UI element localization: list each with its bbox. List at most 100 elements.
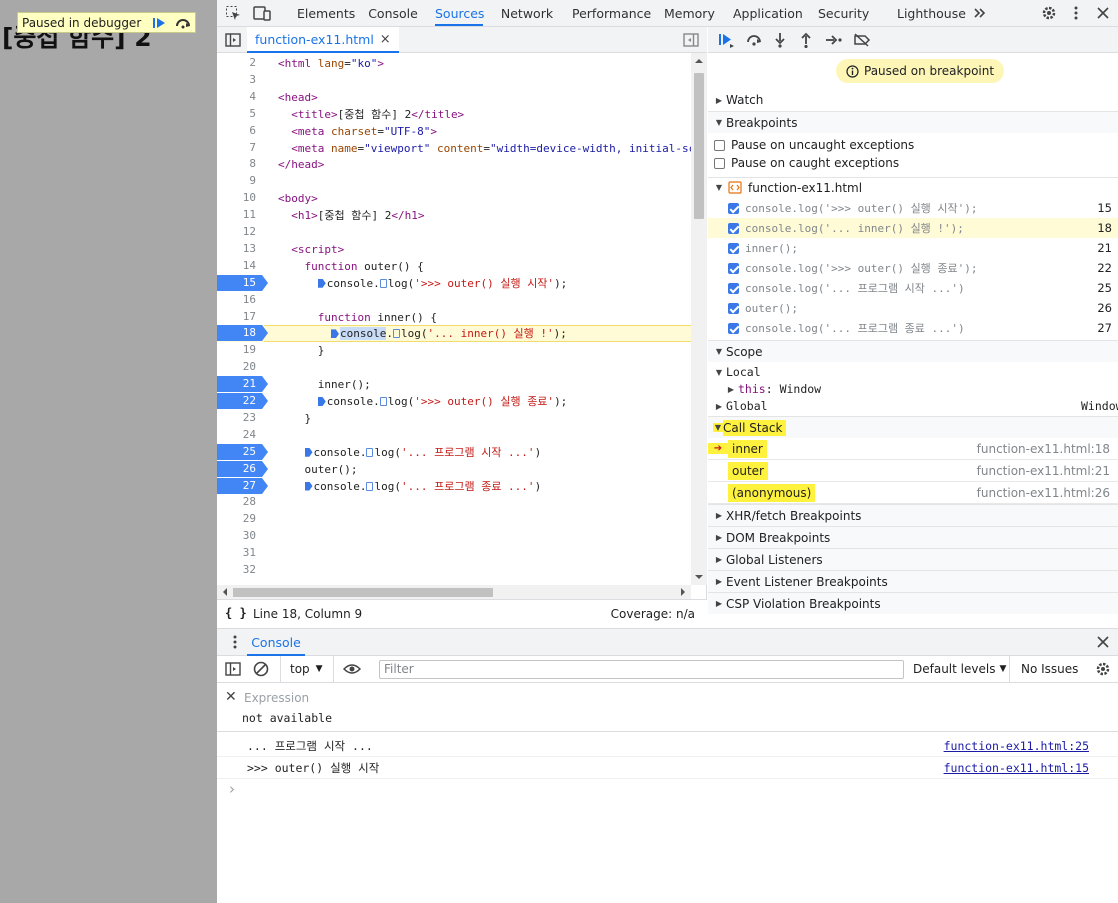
line-number-breakpoint[interactable]: 22	[217, 393, 268, 409]
call-frame[interactable]: ➔ inner function-ex11.html:18	[708, 438, 1118, 460]
console-filter-input[interactable]: Filter	[379, 660, 904, 679]
breakpoint-checkbox[interactable]	[728, 322, 739, 334]
code-line[interactable]: 3	[217, 72, 691, 89]
live-expression-eye-icon[interactable]	[342, 660, 362, 678]
code-line[interactable]: 10 <body>	[217, 190, 691, 207]
line-number[interactable]: 20	[217, 359, 262, 375]
pause-caught-row[interactable]: Pause on caught exceptions	[708, 153, 1118, 173]
line-number[interactable]: 17	[217, 309, 262, 325]
line-number[interactable]: 3	[217, 72, 262, 88]
code-line[interactable]: 5 <title>[중첩 함수] 2</title>	[217, 106, 691, 123]
line-number[interactable]: 32	[217, 562, 262, 578]
step-over-icon[interactable]	[744, 31, 764, 49]
code-line[interactable]: 4 <head>	[217, 89, 691, 106]
tab-sources[interactable]: Sources	[435, 0, 484, 26]
code-line[interactable]: 19 }	[217, 342, 691, 359]
code-line[interactable]: 27 console. log('... 프로그램 종료 ...')	[217, 477, 691, 495]
pause-uncaught-checkbox[interactable]	[714, 139, 725, 151]
log-levels-dropdown[interactable]: Default levels ▼	[913, 662, 1006, 676]
context-selector[interactable]: top ▼	[290, 662, 323, 676]
code-line[interactable]: 9	[217, 173, 691, 190]
step-icon[interactable]	[824, 31, 844, 49]
line-number[interactable]: 6	[217, 123, 262, 139]
breakpoint-file-row[interactable]: ▼ function-ex11.html	[708, 177, 1118, 197]
debugger-section-header[interactable]: ▶ CSP Violation Breakpoints	[708, 592, 1118, 614]
line-number[interactable]: 19	[217, 342, 262, 358]
debugger-section-header[interactable]: ▶ XHR/fetch Breakpoints	[708, 504, 1118, 526]
code-area[interactable]: 2 <html lang="ko"> 3 4 <head> 5 <title>[중첩 함수…	[217, 53, 691, 585]
debugger-section-header[interactable]: ▶ Event Listener Breakpoints	[708, 570, 1118, 592]
h-scroll-thumb[interactable]	[233, 588, 493, 597]
line-number[interactable]: 4	[217, 89, 262, 105]
breakpoint-checkbox[interactable]	[728, 202, 739, 214]
code-line[interactable]: 21 inner();	[217, 376, 691, 393]
line-number[interactable]: 5	[217, 106, 262, 122]
code-line[interactable]: 6 <meta charset="UTF-8">	[217, 123, 691, 140]
breakpoint-checkbox[interactable]	[728, 302, 739, 314]
customize-menu-icon[interactable]	[1066, 4, 1086, 22]
device-toolbar-icon[interactable]	[252, 4, 272, 22]
console-sidebar-icon[interactable]	[223, 660, 243, 678]
expression-input[interactable]: Expression	[244, 691, 309, 705]
step-over-icon[interactable]	[171, 13, 195, 32]
breakpoint-item[interactable]: console.log('... 프로그램 종료 ...') 27	[708, 318, 1118, 338]
breakpoint-checkbox[interactable]	[728, 262, 739, 274]
line-number[interactable]: 30	[217, 528, 262, 544]
line-number[interactable]: 28	[217, 494, 262, 510]
breakpoint-item[interactable]: console.log('>>> outer() 실행 종료'); 22	[708, 258, 1118, 278]
line-number[interactable]: 8	[217, 156, 262, 172]
resume-icon[interactable]	[716, 31, 736, 49]
call-frame-location[interactable]: function-ex11.html:18	[977, 442, 1110, 456]
code-line[interactable]: 29	[217, 511, 691, 528]
code-line[interactable]: 12	[217, 224, 691, 241]
console-prompt[interactable]: ›	[229, 780, 235, 798]
pause-uncaught-row[interactable]: Pause on uncaught exceptions	[708, 135, 1118, 155]
line-number[interactable]: 10	[217, 190, 262, 206]
code-line[interactable]: 23 }	[217, 410, 691, 427]
code-line[interactable]: 11 <h1>[중첩 함수] 2</h1>	[217, 207, 691, 224]
close-devtools-icon[interactable]	[1093, 4, 1113, 22]
code-line[interactable]: 20	[217, 359, 691, 376]
line-number[interactable]: 12	[217, 224, 262, 240]
clear-console-icon[interactable]	[251, 660, 271, 678]
code-line[interactable]: 28	[217, 494, 691, 511]
line-number-breakpoint[interactable]: 18	[217, 325, 268, 342]
breakpoints-section-header[interactable]: ▼ Breakpoints	[708, 111, 1118, 133]
code-line[interactable]: 8 </head>	[217, 156, 691, 173]
call-frame-location[interactable]: function-ex11.html:21	[977, 464, 1110, 478]
debugger-section-header[interactable]: ▶ Global Listeners	[708, 548, 1118, 570]
code-line[interactable]: 26 outer();	[217, 460, 691, 478]
line-number[interactable]: 7	[217, 140, 262, 156]
tab-elements[interactable]: Elements	[297, 0, 355, 26]
deactivate-breakpoints-icon[interactable]	[852, 31, 872, 49]
code-line[interactable]: 22 console. log('>>> outer() 실행 종료');	[217, 393, 691, 410]
line-number[interactable]: 29	[217, 511, 262, 527]
code-line[interactable]: 16	[217, 292, 691, 309]
code-line[interactable]: 31	[217, 545, 691, 562]
line-number-breakpoint[interactable]: 26	[217, 460, 268, 477]
drawer-menu-icon[interactable]	[225, 633, 245, 651]
line-number[interactable]: 14	[217, 258, 262, 274]
call-frame[interactable]: (anonymous) function-ex11.html:26	[708, 482, 1118, 504]
code-line[interactable]: 7 <meta name="viewport" content="width=d…	[217, 140, 691, 157]
code-line[interactable]: 24	[217, 427, 691, 444]
tab-application[interactable]: Application	[733, 0, 803, 26]
tab-security[interactable]: Security	[818, 0, 869, 26]
code-line[interactable]: 30	[217, 528, 691, 545]
tab-lighthouse[interactable]: Lighthouse	[897, 0, 966, 26]
resume-icon[interactable]	[147, 13, 171, 32]
inspect-element-icon[interactable]	[223, 4, 243, 22]
file-tab[interactable]: function-ex11.html ×	[247, 27, 399, 53]
call-frame-location[interactable]: function-ex11.html:26	[977, 486, 1110, 500]
tab-console[interactable]: Console	[367, 0, 419, 26]
breakpoint-checkbox[interactable]	[728, 222, 739, 234]
code-line[interactable]: 2 <html lang="ko">	[217, 55, 691, 72]
code-line[interactable]: 15 console. log('>>> outer() 실행 시작');	[217, 274, 691, 292]
code-line[interactable]: 25 console. log('... 프로그램 시작 ...')	[217, 443, 691, 461]
tab-performance[interactable]: Performance	[572, 0, 651, 26]
line-number[interactable]: 9	[217, 173, 262, 189]
scope-global-row[interactable]: ▶GlobalWindow	[708, 396, 1118, 416]
issues-count[interactable]: No Issues	[1021, 662, 1078, 676]
console-source-link[interactable]: function-ex11.html:25	[944, 739, 1089, 753]
more-tabs-icon[interactable]	[970, 4, 990, 22]
